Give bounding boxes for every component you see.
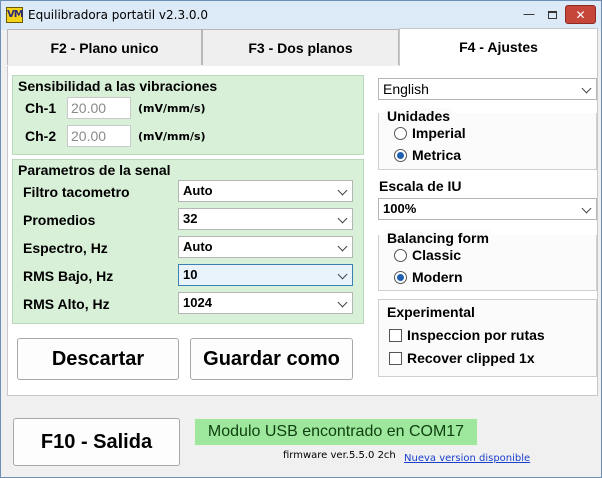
checkbox-icon (389, 352, 402, 365)
radio-icon (394, 127, 407, 140)
route-inspection-label: Inspeccion por rutas (407, 327, 545, 343)
units-metric-label: Metrica (412, 147, 462, 163)
tacho-filter-value: Auto (183, 183, 213, 198)
ch1-label: Ch-1 (25, 100, 57, 116)
radio-selected-icon (394, 149, 407, 162)
app-logo-icon: VM (6, 7, 24, 23)
exit-button[interactable]: F10 - Salida (13, 418, 180, 466)
chevron-down-icon (337, 269, 348, 280)
experimental-title: Experimental (385, 304, 477, 320)
ch2-unit: (mV/mm/s) (138, 130, 206, 143)
units-title: Unidades (385, 108, 453, 124)
signal-params-title: Parametros de la senal (18, 162, 171, 178)
chevron-down-icon (337, 185, 348, 196)
chevron-down-icon (581, 203, 592, 214)
maximize-button[interactable] (541, 5, 563, 24)
experimental-group: Experimental Inspeccion por rutas Recove… (378, 299, 597, 377)
chevron-down-icon (337, 213, 348, 224)
chevron-down-icon (581, 83, 592, 94)
rms-high-value: 1024 (183, 295, 212, 310)
averages-label: Promedios (23, 212, 96, 228)
rms-high-select[interactable]: 1024 (178, 292, 353, 314)
tab-plano-unico[interactable]: F2 - Plano unico (7, 29, 202, 65)
units-group: Unidades Imperial Metrica (378, 108, 597, 170)
units-imperial-label: Imperial (412, 125, 466, 141)
rms-low-label: RMS Bajo, Hz (23, 268, 114, 284)
checkbox-icon (389, 329, 402, 342)
tab-ajustes[interactable]: F4 - Ajustes (399, 28, 598, 66)
app-window: VM Equilibradora portatil v2.3.0.0 — ✕ F… (0, 0, 602, 478)
chevron-down-icon (337, 297, 348, 308)
balancing-form-group: Balancing form Classic Modern (378, 230, 597, 291)
firmware-version: firmware ver.5.5.0 2ch (283, 450, 396, 461)
discard-button[interactable]: Descartar (17, 338, 179, 380)
rms-low-value: 10 (183, 267, 198, 282)
ch2-label: Ch-2 (25, 128, 57, 144)
title-bar[interactable]: VM Equilibradora portatil v2.3.0.0 — ✕ (1, 1, 601, 30)
minimize-button[interactable]: — (518, 5, 540, 24)
tacho-filter-label: Filtro tacometro (23, 184, 130, 200)
averages-select[interactable]: 32 (178, 208, 353, 230)
ch1-unit: (mV/mm/s) (138, 102, 206, 115)
ch1-sensitivity-input[interactable]: 20.00 (67, 97, 131, 119)
spectrum-select[interactable]: Auto (178, 236, 353, 258)
new-version-link[interactable]: Nueva version disponible (404, 453, 530, 464)
save-as-button[interactable]: Guardar como (190, 338, 353, 380)
spectrum-value: Auto (183, 239, 213, 254)
sensitivity-title: Sensibilidad a las vibraciones (18, 78, 218, 94)
chevron-down-icon (337, 241, 348, 252)
ui-scale-label: Escala de IU (379, 178, 462, 194)
averages-value: 32 (183, 211, 198, 226)
radio-icon (394, 249, 407, 262)
tab-dos-planos[interactable]: F3 - Dos planos (202, 29, 399, 65)
sensitivity-group: Sensibilidad a las vibraciones Ch-1 20.0… (12, 75, 364, 155)
radio-selected-icon (394, 271, 407, 284)
balancing-form-title: Balancing form (385, 230, 491, 246)
tab-bar: F2 - Plano unico F3 - Dos planos F4 - Aj… (7, 28, 598, 67)
usb-status: Modulo USB encontrado en COM17 (195, 419, 477, 445)
language-select[interactable]: English (378, 78, 597, 100)
recover-clipped-label: Recover clipped 1x (407, 350, 535, 366)
ui-scale-value: 100% (383, 201, 417, 216)
close-button[interactable]: ✕ (565, 5, 596, 24)
rms-high-label: RMS Alto, Hz (23, 296, 110, 312)
window-title: Equilibradora portatil v2.3.0.0 (28, 8, 208, 22)
language-value: English (383, 81, 429, 97)
ui-scale-select[interactable]: 100% (378, 198, 597, 220)
ch2-sensitivity-input[interactable]: 20.00 (67, 125, 131, 147)
signal-params-group: Parametros de la senal Filtro tacometro … (12, 159, 364, 324)
spectrum-label: Espectro, Hz (23, 240, 108, 256)
maximize-icon (547, 10, 557, 19)
tacho-filter-select[interactable]: Auto (178, 180, 353, 202)
rms-low-select[interactable]: 10 (178, 264, 353, 286)
balancing-modern-label: Modern (412, 269, 463, 285)
balancing-classic-label: Classic (412, 247, 462, 263)
